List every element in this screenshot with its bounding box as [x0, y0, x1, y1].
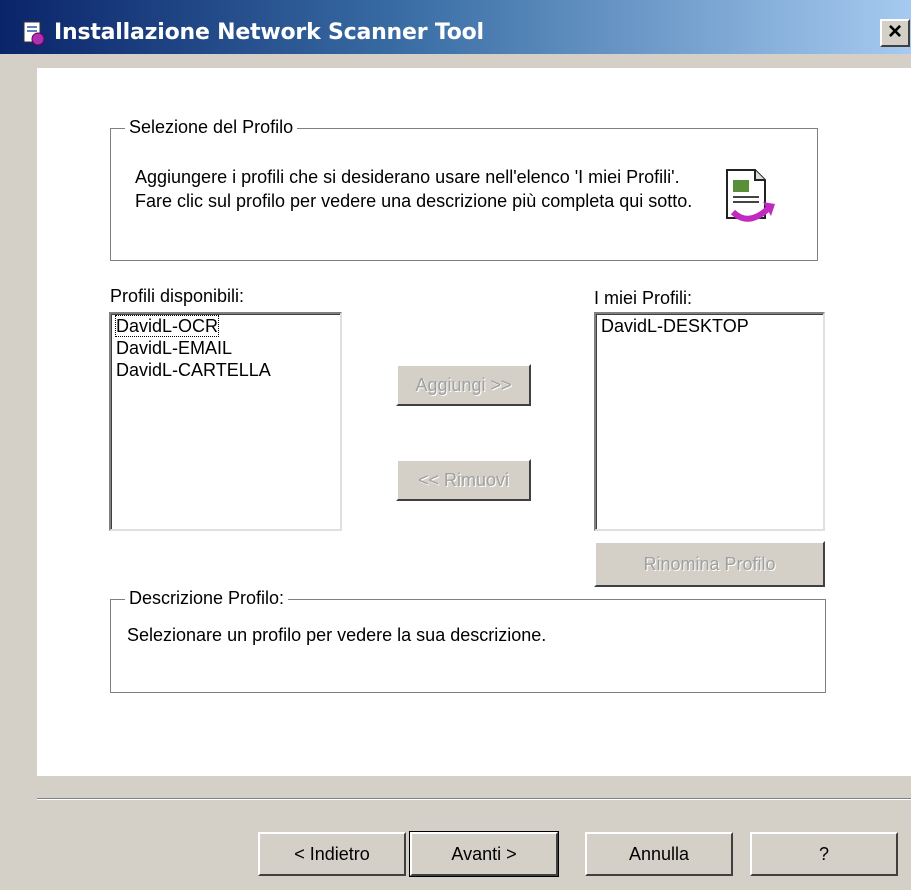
available-profiles-list[interactable]: DavidL-OCR DavidL-EMAIL DavidL-CARTELLA [109, 312, 342, 531]
profile-selection-group: Selezione del Profilo Aggiungere i profi… [110, 117, 818, 261]
back-button[interactable]: < Indietro [258, 832, 406, 876]
list-item[interactable]: DavidL-EMAIL [112, 337, 340, 359]
available-profiles-label: Profili disponibili: [110, 286, 245, 306]
profile-description-legend: Descrizione Profilo: [125, 588, 289, 609]
my-profiles-label: I miei Profili: [594, 288, 693, 308]
rename-profile-button[interactable]: Rinomina Profilo [594, 541, 825, 587]
remove-button[interactable]: << Rimuovi [396, 459, 531, 501]
list-item[interactable]: DavidL-OCR [112, 315, 340, 337]
document-refresh-icon [726, 169, 775, 222]
content-panel: Selezione del Profilo Aggiungere i profi… [37, 68, 911, 776]
cancel-button[interactable]: Annulla [585, 832, 733, 876]
window-title: Installazione Network Scanner Tool [54, 20, 484, 45]
profile-selection-legend: Selezione del Profilo [125, 117, 298, 138]
profile-description-text: Selezionare un profilo per vedere la sua… [127, 625, 547, 645]
profile-description-group: Descrizione Profilo: Selezionare un prof… [110, 588, 826, 693]
help-button[interactable]: ? [750, 832, 898, 876]
add-button[interactable]: Aggiungi >> [396, 364, 531, 406]
close-button[interactable]: × [880, 19, 910, 47]
intro-text: Aggiungere i profili che si desiderano u… [135, 167, 693, 211]
title-bar[interactable]: Installazione Network Scanner Tool × [0, 0, 911, 54]
list-item[interactable]: DavidL-DESKTOP [597, 315, 823, 337]
next-button[interactable]: Avanti > [409, 831, 559, 877]
installer-icon [23, 21, 45, 46]
my-profiles-list[interactable]: DavidL-DESKTOP [594, 312, 825, 531]
list-item[interactable]: DavidL-CARTELLA [112, 359, 340, 381]
